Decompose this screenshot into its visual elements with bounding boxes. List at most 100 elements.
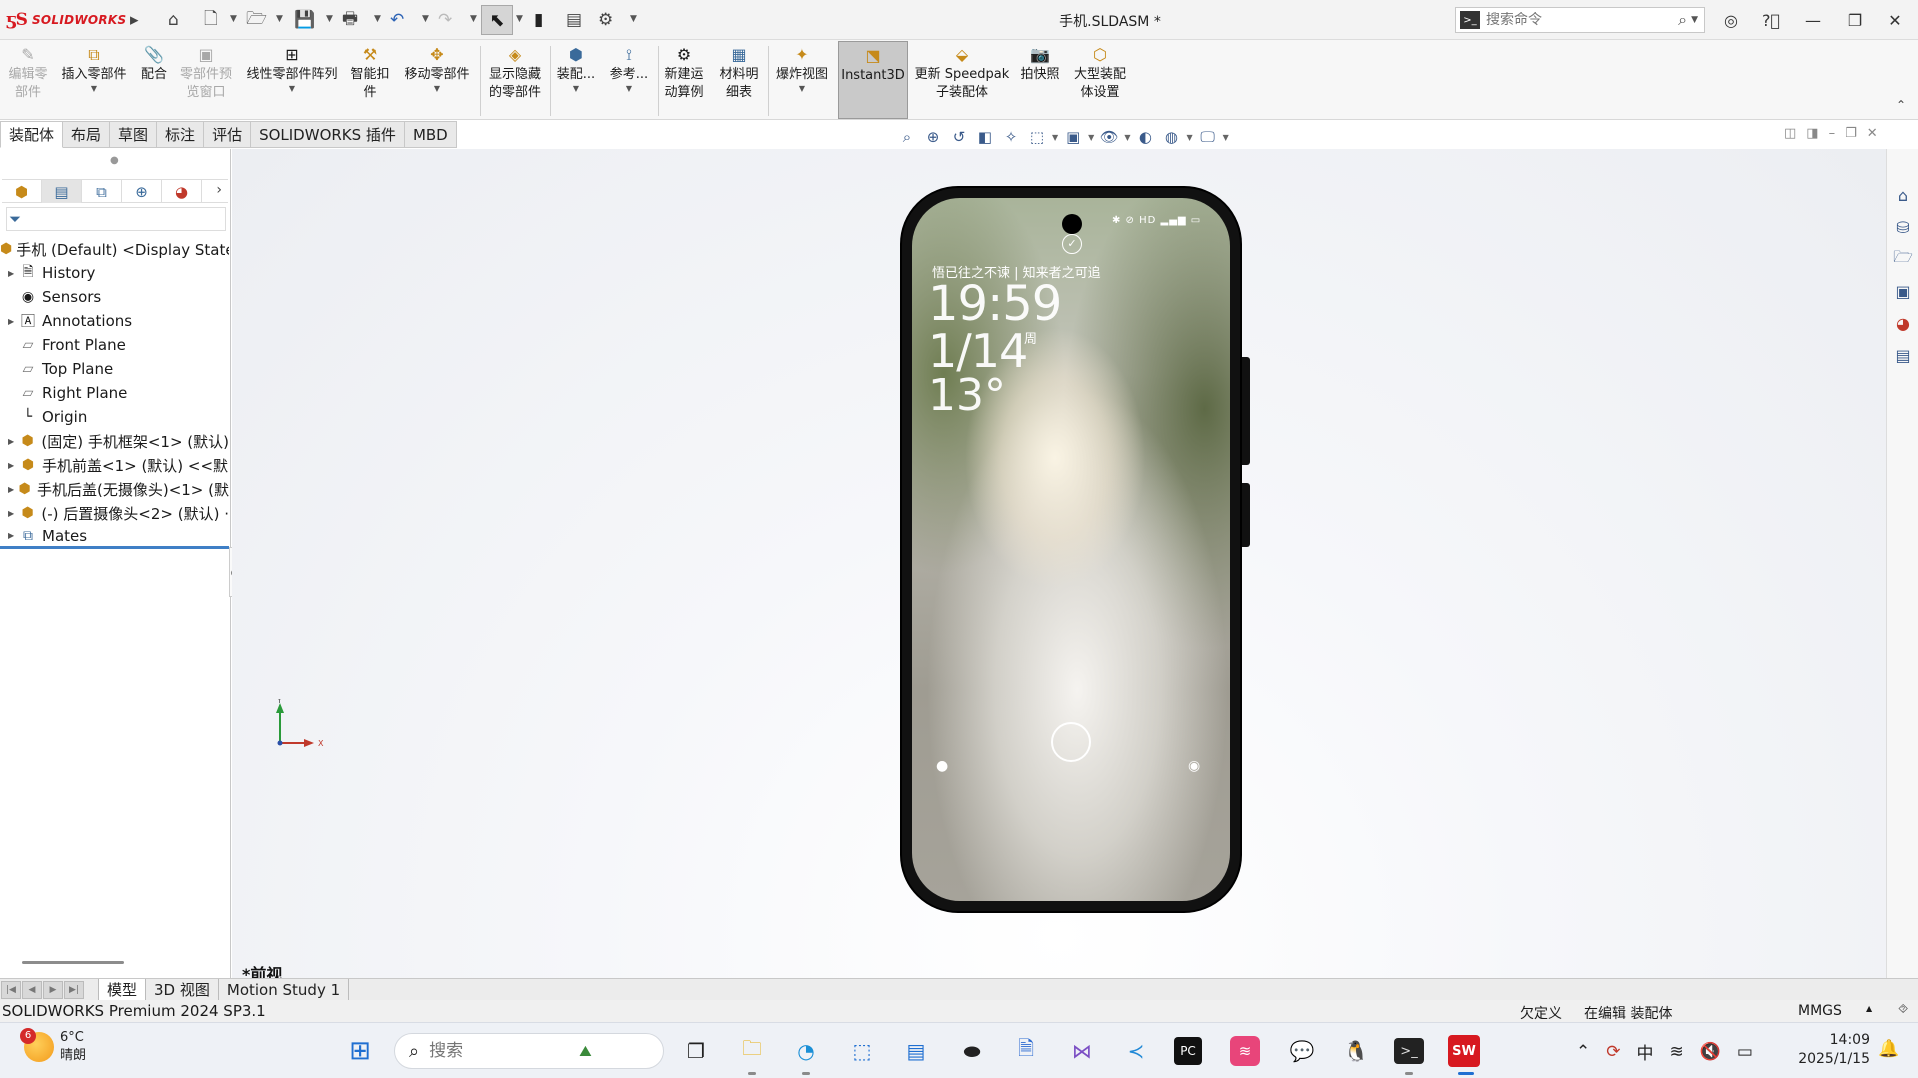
design-library-icon[interactable]: ⛁ — [1889, 213, 1917, 241]
tree-item-component[interactable]: ▶ ⬢ 手机前盖<1> (默认) <<默 — [0, 453, 229, 477]
dropdown-arrow-icon[interactable]: ▼ — [289, 84, 295, 94]
apply-scene-icon[interactable]: ◍ — [1160, 126, 1182, 148]
account-icon[interactable]: ◎ — [1716, 8, 1746, 32]
select-cursor-icon[interactable]: ⬉ — [481, 5, 513, 35]
custom-properties-icon[interactable]: ▤ — [1889, 341, 1917, 369]
file-properties-icon[interactable]: ▤ — [566, 8, 582, 32]
tab-model[interactable]: 模型 — [98, 979, 147, 1000]
prev-tab-icon[interactable]: ◀ — [22, 980, 42, 999]
quick-tips-icon[interactable]: ⯑ — [1898, 1002, 1908, 1017]
view-palette-icon[interactable]: ▣ — [1889, 277, 1917, 305]
expand-arrow-icon[interactable]: ▶ — [8, 461, 18, 470]
battery-icon[interactable]: ▭ — [1737, 1042, 1753, 1062]
section-view-icon[interactable]: ◧ — [974, 126, 996, 148]
edit-component-button[interactable]: ✎ 编辑零 部件 — [4, 44, 52, 118]
tab-motion-study[interactable]: Motion Study 1 — [219, 979, 350, 1000]
edit-appearance-icon[interactable]: ◐ — [1134, 126, 1156, 148]
viewport-close-icon[interactable]: ✕ — [1867, 126, 1878, 141]
viewport-restore-icon[interactable]: ❐ — [1845, 126, 1857, 141]
restore-button[interactable]: ❐ — [1840, 8, 1870, 32]
previous-view-icon[interactable]: ↺ — [948, 126, 970, 148]
viewport-minimize-icon[interactable]: – — [1829, 126, 1836, 141]
insert-component-button[interactable]: ⧉ 插入零部件 ▼ — [58, 44, 130, 118]
component-preview-button[interactable]: ▣ 零部件预 览窗口 — [176, 44, 236, 118]
tree-root-assembly[interactable]: ⬢ 手机 (Default) <Display State — [0, 237, 229, 261]
help-icon[interactable]: ?⃝ — [1756, 8, 1786, 32]
graphics-area[interactable]: ✱ ⊘ HD ▂▄▆ ▭ ✓ 悟已往之不谏 | 知来者之可追 19:59 1/1… — [232, 149, 1886, 984]
zoom-to-fit-icon[interactable]: ⌕ — [896, 126, 918, 148]
tree-horizontal-scrollbar[interactable] — [22, 961, 124, 964]
home-icon[interactable]: ⌂ — [168, 8, 179, 32]
phone-model[interactable]: ✱ ⊘ HD ▂▄▆ ▭ ✓ 悟已往之不谏 | 知来者之可追 19:59 1/1… — [900, 186, 1242, 913]
assembly-features-button[interactable]: ⬢ 装配... ▼ — [554, 44, 598, 118]
collapse-ribbon-chevron-icon[interactable]: ⌃ — [1896, 98, 1906, 112]
tab-assembly[interactable]: 装配体 — [0, 121, 64, 148]
expand-arrow-icon[interactable]: ▶ — [8, 437, 18, 446]
search-dropdown-icon[interactable]: ▼ — [1691, 15, 1698, 25]
audio-app-icon[interactable]: ≋ — [1230, 1036, 1260, 1066]
open-document-icon[interactable]: 🗁 — [246, 8, 267, 32]
take-snapshot-button[interactable]: 📷 拍快照 — [1016, 44, 1064, 118]
dropdown-arrow-icon[interactable]: ▼ — [573, 84, 579, 94]
solidworks-taskbar-icon[interactable]: SW — [1448, 1035, 1480, 1067]
view-orientation-icon[interactable]: ⬚ — [1026, 126, 1048, 148]
dropdown-arrow-icon[interactable]: ▼ — [434, 84, 440, 94]
first-tab-icon[interactable]: |◀ — [1, 980, 21, 999]
file-explorer-icon[interactable]: 🗁 — [1889, 245, 1917, 273]
mate-button[interactable]: 📎 配合 — [134, 44, 174, 118]
configuration-manager-tab-icon[interactable]: ⧉ — [82, 180, 122, 203]
property-manager-tab-icon[interactable]: ▤ — [42, 180, 82, 203]
solidworks-resources-icon[interactable]: ⌂ — [1889, 181, 1917, 209]
notification-bell-icon[interactable]: 🔔 — [1878, 1039, 1899, 1059]
task-view-icon[interactable]: ❐ — [678, 1033, 714, 1069]
view-settings-icon[interactable]: 🖵 — [1197, 126, 1219, 148]
update-speedpak-button[interactable]: ⬙ 更新 Speedpak 子装配体 — [912, 44, 1012, 118]
tree-item-sensors[interactable]: ◉ Sensors — [0, 285, 229, 309]
unit-system[interactable]: MMGS — [1798, 1003, 1842, 1019]
tree-item-component[interactable]: ▶ ⬢ (-) 后置摄像头<2> (默认) · — [0, 501, 229, 525]
tray-overflow-chevron-icon[interactable]: ⌃ — [1576, 1042, 1590, 1062]
new-document-icon[interactable]: 🗋 — [204, 8, 218, 32]
hide-show-items-icon[interactable]: 👁 — [1098, 126, 1120, 148]
display-style-icon[interactable]: ▣ — [1062, 126, 1084, 148]
weather-widget[interactable]: 6 6°C 晴朗 — [20, 1028, 86, 1065]
hide-show-dropdown-icon[interactable]: ▼ — [1124, 133, 1130, 142]
tree-item-annotations[interactable]: ▶ 🄰 Annotations — [0, 309, 229, 333]
display-manager-tab-icon[interactable]: ◕ — [162, 180, 202, 203]
file-explorer-icon[interactable]: 🗀 — [734, 1033, 770, 1069]
smart-fasteners-button[interactable]: ⚒ 智能扣 件 — [348, 44, 392, 118]
search-commands-input[interactable] — [1486, 12, 1679, 28]
visual-studio-icon[interactable]: ⋈ — [1064, 1033, 1100, 1069]
tree-item-history[interactable]: ▶ 🗎 History — [0, 261, 229, 285]
print-icon[interactable]: 🖶 — [342, 8, 358, 32]
command-search-box[interactable]: >_ ⌕ ▼ — [1455, 7, 1705, 33]
new-motion-study-button[interactable]: ⚙ 新建运 动算例 — [660, 44, 708, 118]
tree-item-right-plane[interactable]: ▱ Right Plane — [0, 381, 229, 405]
dimxpert-tab-icon[interactable]: ⊕ — [122, 180, 162, 203]
zoom-to-area-icon[interactable]: ⊕ — [922, 126, 944, 148]
tree-item-front-plane[interactable]: ▱ Front Plane — [0, 333, 229, 357]
qq-icon[interactable]: 🐧 — [1338, 1033, 1374, 1069]
reference-geometry-button[interactable]: ⟟ 参考... ▼ — [604, 44, 654, 118]
tree-item-component[interactable]: ▶ ⬢ (固定) 手机框架<1> (默认) — [0, 429, 229, 453]
open-dropdown-icon[interactable]: ▼ — [276, 14, 283, 24]
undo-icon[interactable]: ↶ — [390, 8, 404, 32]
expand-arrow-icon[interactable]: ▶ — [8, 269, 18, 278]
redo-icon[interactable]: ↷ — [438, 8, 452, 32]
terminal-icon[interactable]: >_ — [1394, 1038, 1424, 1064]
bill-of-materials-button[interactable]: ▦ 材料明 细表 — [714, 44, 764, 118]
linear-pattern-button[interactable]: ⊞ 线性零部件阵列 ▼ — [240, 44, 344, 118]
appearances-icon[interactable]: ◕ — [1889, 309, 1917, 337]
dropdown-arrow-icon[interactable]: ▼ — [91, 84, 97, 94]
menu-expand-arrow-icon[interactable]: ▸ — [130, 8, 139, 32]
volume-muted-icon[interactable]: 🔇 — [1700, 1042, 1721, 1062]
select-dropdown-icon[interactable]: ▼ — [516, 14, 523, 24]
vscode-icon[interactable]: ≺ — [1118, 1033, 1154, 1069]
edge-browser-icon[interactable]: ◔ — [788, 1033, 824, 1069]
taskbar-search-input[interactable] — [429, 1041, 580, 1061]
last-tab-icon[interactable]: ▶| — [64, 980, 84, 999]
search-icon[interactable]: ⌕ — [1678, 10, 1687, 30]
ime-indicator[interactable]: 中 — [1637, 1039, 1654, 1064]
notepad-icon[interactable]: ▤ — [898, 1033, 934, 1069]
rebuild-traffic-light-icon[interactable]: ▮ — [534, 8, 543, 32]
